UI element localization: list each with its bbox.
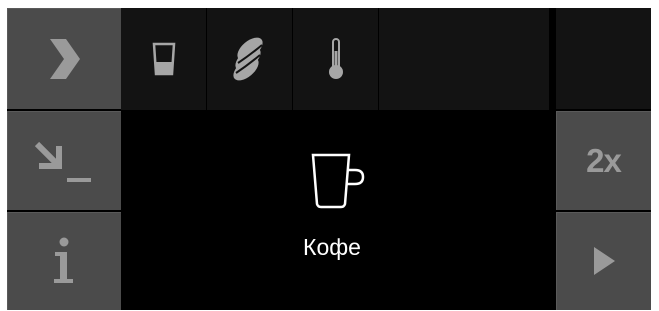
cup-size-icon — [152, 42, 175, 76]
next-button[interactable] — [7, 8, 121, 109]
double-label: 2x — [586, 141, 622, 179]
start-button[interactable] — [556, 212, 651, 310]
chevron-right-icon — [50, 38, 80, 79]
play-icon — [593, 247, 615, 275]
arrow-down-right-icon — [34, 141, 91, 182]
info-button[interactable] — [7, 212, 121, 310]
empty-slot — [379, 8, 549, 110]
blank-right-top — [556, 8, 651, 109]
machine-display: 2x Кофе — [7, 8, 651, 310]
cup-size-slot[interactable] — [121, 8, 206, 110]
temperature-slot[interactable] — [293, 8, 378, 110]
outlet-button[interactable] — [7, 111, 121, 210]
double-cup-button[interactable]: 2x — [556, 111, 651, 210]
coffee-cup-icon — [311, 153, 365, 209]
thermometer-icon — [328, 38, 343, 79]
info-icon — [54, 237, 73, 283]
coffee-beans-icon — [232, 37, 263, 81]
bean-strength-slot[interactable] — [207, 8, 292, 110]
beverage-name: Кофе — [303, 234, 361, 260]
